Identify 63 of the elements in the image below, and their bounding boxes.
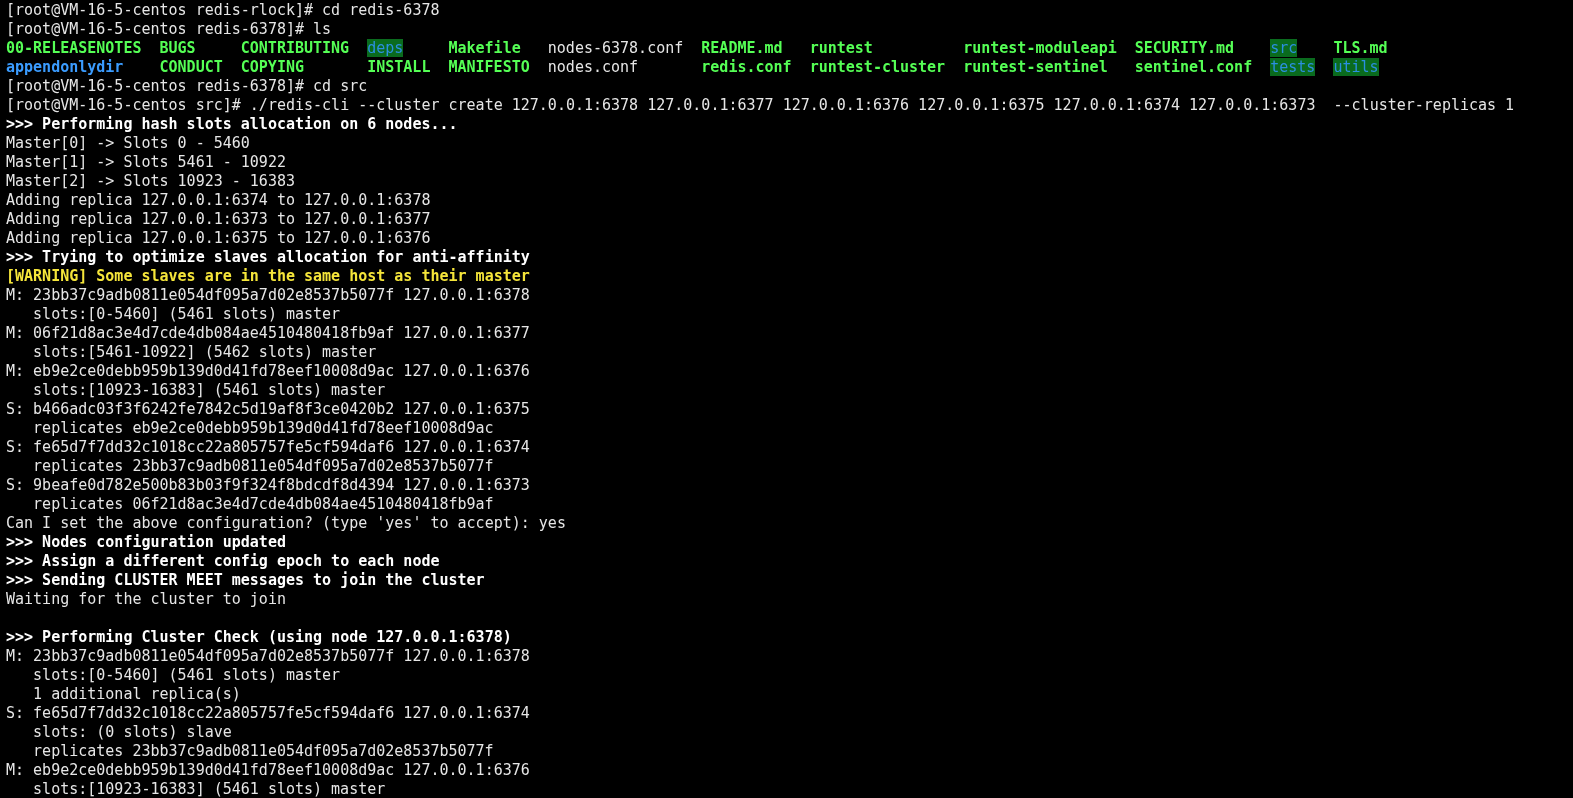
terminal-line: M: eb9e2ce0debb959b139d0d41fd78eef10008d9ac 127.0.0.1:6376 <box>6 362 530 380</box>
terminal-line: [root@VM-16-5-centos redis-rlock]# cd redis-6378 <box>6 1 440 19</box>
terminal-line: Waiting for the cluster to join <box>6 590 286 608</box>
terminal-line: slots:[0-5460] (5461 slots) master <box>33 666 341 684</box>
terminal-line: slots:[10923-16383] (5461 slots) master <box>33 780 386 798</box>
terminal-line: M: 06f21d8ac3e4d7cde4db084ae4510480418fb9af 127.0.0.1:6377 <box>6 324 530 342</box>
file-name: CONTRIBUTING <box>240 39 350 57</box>
file-name: README.md <box>701 39 783 57</box>
terminal-line: 1 additional replica(s) <box>33 685 241 703</box>
terminal-line: >>> Performing hash slots allocation on 6 nodes... <box>6 115 458 133</box>
file-name: TLS.md <box>1333 39 1388 57</box>
terminal-line: replicates 23bb37c9adb0811e054df095a7d02e8537b5077f <box>33 742 494 760</box>
file-name: runtest-cluster <box>809 58 946 76</box>
terminal-line: S: b466adc03f3f6242fe7842c5d19af8f3ce0420b2 127.0.0.1:6375 <box>6 400 530 418</box>
file-name: utils <box>1333 58 1379 76</box>
terminal-line: [root@VM-16-5-centos redis-6378]# cd src <box>6 77 368 95</box>
file-name: COPYING <box>240 58 304 76</box>
file-name: INSTALL <box>367 58 431 76</box>
file-name: BUGS <box>159 39 196 57</box>
terminal-line: slots: (0 slots) slave <box>33 723 232 741</box>
file-name: MANIFESTO <box>448 58 530 76</box>
file-name: Makefile <box>448 39 521 57</box>
terminal-line: >>> Assign a different config epoch to each node <box>6 552 440 570</box>
terminal-line: replicates eb9e2ce0debb959b139d0d41fd78eef10008d9ac <box>33 419 494 437</box>
terminal-line: >>> Nodes configuration updated <box>6 533 286 551</box>
file-name: tests <box>1270 58 1316 76</box>
terminal-line: slots:[10923-16383] (5461 slots) master <box>33 381 386 399</box>
file-name: nodes-6378.conf <box>547 39 684 57</box>
terminal-line: Adding replica 127.0.0.1:6374 to 127.0.0.1:6378 <box>6 191 431 209</box>
terminal-line: [root@VM-16-5-centos src]# ./redis-cli --cluster create 127.0.0.1:6378 127.0.0.1:6377 127.0.0.1:6376 127.0.0.1:6375 127.0.0.1:6374 127.0.0.1:6373 --cluster-replicas 1 <box>6 96 1515 114</box>
terminal-line: Master[0] -> Slots 0 - 5460 <box>6 134 250 152</box>
file-name: CONDUCT <box>159 58 223 76</box>
file-name: 00-RELEASENOTES <box>6 39 142 57</box>
terminal-line: Master[1] -> Slots 5461 - 10922 <box>6 153 286 171</box>
terminal-line: [root@VM-16-5-centos redis-6378]# ls <box>6 20 332 38</box>
file-name: redis.conf <box>701 58 792 76</box>
terminal-line: Adding replica 127.0.0.1:6375 to 127.0.0.1:6376 <box>6 229 431 247</box>
terminal-line: S: 9beafe0d782e500b83b03f9f324f8bdcdf8d4394 127.0.0.1:6373 <box>6 476 530 494</box>
terminal-line: S: fe65d7f7dd32c1018cc22a805757fe5cf594daf6 127.0.0.1:6374 <box>6 438 530 456</box>
terminal-line: >>> Trying to optimize slaves allocation for anti-affinity <box>6 248 530 266</box>
file-name: runtest-sentinel <box>963 58 1108 76</box>
file-name: SECURITY.md <box>1134 39 1235 57</box>
file-name: appendonlydir <box>6 58 124 76</box>
terminal-line: M: 23bb37c9adb0811e054df095a7d02e8537b5077f 127.0.0.1:6378 <box>6 647 530 665</box>
file-name: nodes.conf <box>547 58 639 76</box>
file-name: sentinel.conf <box>1134 58 1253 76</box>
file-name: deps <box>367 39 404 57</box>
terminal-line: slots:[5461-10922] (5462 slots) master <box>33 343 377 361</box>
terminal-line: M: eb9e2ce0debb959b139d0d41fd78eef10008d9ac 127.0.0.1:6376 <box>6 761 530 779</box>
terminal-line: Adding replica 127.0.0.1:6373 to 127.0.0.1:6377 <box>6 210 431 228</box>
terminal-line: replicates 23bb37c9adb0811e054df095a7d02e8537b5077f <box>33 457 494 475</box>
terminal-line: [WARNING] Some slaves are in the same host as their master <box>6 267 530 285</box>
terminal-line: Can I set the above configuration? (type 'yes' to accept): yes <box>6 514 566 532</box>
file-name: runtest-moduleapi <box>963 39 1117 57</box>
terminal-line: >>> Sending CLUSTER MEET messages to join the cluster <box>6 571 485 589</box>
terminal-line: S: fe65d7f7dd32c1018cc22a805757fe5cf594daf6 127.0.0.1:6374 <box>6 704 530 722</box>
file-name: src <box>1270 39 1298 57</box>
terminal-line: replicates 06f21d8ac3e4d7cde4db084ae4510480418fb9af <box>33 495 494 513</box>
terminal-line: M: 23bb37c9adb0811e054df095a7d02e8537b5077f 127.0.0.1:6378 <box>6 286 530 304</box>
file-name: runtest <box>809 39 873 57</box>
terminal-line: Master[2] -> Slots 10923 - 16383 <box>6 172 295 190</box>
terminal-line: >>> Performing Cluster Check (using node 127.0.0.1:6378) <box>6 628 512 646</box>
terminal-line: slots:[0-5460] (5461 slots) master <box>33 305 341 323</box>
